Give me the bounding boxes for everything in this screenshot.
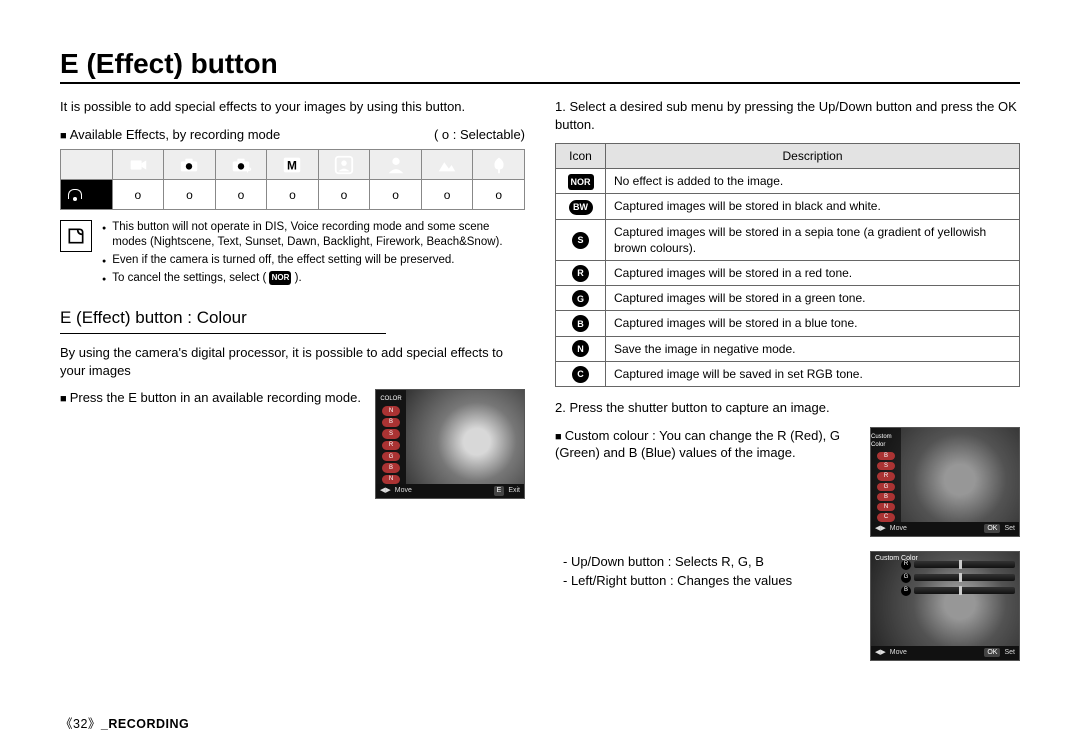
mode-effect-icon — [61, 180, 113, 210]
effect-green-desc: Captured images will be stored in a gree… — [606, 286, 1020, 311]
effect-bw-desc: Captured images will be stored in black … — [606, 194, 1020, 219]
page-title: E (Effect) button — [60, 48, 1020, 84]
lcd-preview-custom1: Custom Color BSRGBNC ◀▶ Move OK Set — [870, 427, 1020, 537]
mode-landscape-icon — [421, 150, 473, 180]
lcd2a-move: Move — [890, 524, 907, 533]
selectable-legend: ( o : Selectable) — [434, 126, 525, 144]
mode-face-icon — [318, 150, 370, 180]
modes-cell: o — [370, 180, 422, 210]
modes-table: P M o o o o o o o o — [60, 149, 525, 210]
lcd2a-ok-key: OK — [984, 524, 1000, 533]
effect-red-desc: Captured images will be stored in a red … — [606, 261, 1020, 286]
mode-portrait-icon — [370, 150, 422, 180]
slider-b-icon: B — [901, 586, 911, 596]
step2-text: 2. Press the shutter button to capture a… — [555, 399, 1020, 417]
lcd1-move: Move — [395, 486, 412, 495]
right-column: 1. Select a desired sub menu by pressing… — [555, 98, 1020, 661]
lcd1-sidebar-title: COLOR — [380, 394, 401, 404]
effects-description-table: Icon Description NOR No effect is added t… — [555, 143, 1020, 387]
lcd1-exit-key: E — [494, 486, 505, 495]
mode-program-icon: P — [215, 150, 267, 180]
svg-text:P: P — [246, 165, 251, 174]
colour-heading: E (Effect) button : Colour — [60, 307, 386, 334]
modes-corner-cell — [61, 150, 113, 180]
mode-movie-icon — [112, 150, 164, 180]
th-desc: Description — [606, 144, 1020, 169]
lcd2a-set: Set — [1004, 524, 1015, 533]
modes-cell: o — [112, 180, 164, 210]
lcd2b-ok-key: OK — [984, 648, 1000, 657]
note-item-2: Even if the camera is turned off, the ef… — [112, 253, 454, 268]
modes-cell: o — [473, 180, 525, 210]
effect-custom-icon: C — [572, 366, 589, 383]
step1-text: 1. Select a desired sub menu by pressing… — [555, 98, 1020, 133]
note-item-3a: To cancel the settings, select ( — [112, 272, 269, 284]
lcd2b-set: Set — [1004, 648, 1015, 657]
mode-auto-icon — [164, 150, 216, 180]
updown-text: - Up/Down button : Selects R, G, B — [563, 553, 858, 571]
lcd2b-arrows-icon: ◀▶ — [875, 648, 886, 657]
mode-manual-icon: M — [267, 150, 319, 180]
th-icon: Icon — [556, 144, 606, 169]
available-effects-label: Available Effects, by recording mode — [60, 126, 280, 144]
lcd-preview-colour: COLOR NBSRGBN ◀▶ Move E Exit — [375, 389, 525, 499]
modes-cell: o — [421, 180, 473, 210]
lcd1-exit: Exit — [508, 486, 520, 495]
custom-colour-label: Custom colour : You can change the R (Re… — [555, 427, 858, 462]
left-column: It is possible to add special effects to… — [60, 98, 525, 661]
note-box: This button will not operate in DIS, Voi… — [60, 220, 525, 289]
note-icon — [60, 220, 92, 252]
effect-nor-desc: No effect is added to the image. — [606, 169, 1020, 194]
effect-red-icon: R — [572, 265, 589, 282]
effect-nor-icon: NOR — [568, 174, 594, 190]
lcd1-arrows-icon: ◀▶ — [380, 486, 391, 495]
mode-macro-icon — [473, 150, 525, 180]
effect-green-icon: G — [572, 290, 589, 307]
effect-bw-icon: BW — [569, 200, 593, 215]
intro-text: It is possible to add special effects to… — [60, 98, 525, 116]
section-name: _RECORDING — [101, 717, 189, 731]
page-number: 《32》 — [60, 717, 101, 731]
lcd2a-title: Custom Color — [871, 432, 901, 450]
effect-blue-icon: B — [572, 315, 589, 332]
effect-negative-icon: N — [572, 340, 589, 357]
note-item-3b: ). — [291, 272, 301, 284]
colour-intro: By using the camera's digital processor,… — [60, 344, 525, 379]
leftright-text: - Left/Right button : Changes the values — [563, 572, 858, 590]
effect-sepia-desc: Captured images will be stored in a sepi… — [606, 219, 1020, 260]
lcd2a-arrows-icon: ◀▶ — [875, 524, 886, 533]
modes-cell: o — [267, 180, 319, 210]
page-footer: 《32》_RECORDING — [60, 713, 189, 732]
note-item-1: This button will not operate in DIS, Voi… — [112, 220, 525, 250]
lcd2b-move: Move — [890, 648, 907, 657]
modes-cell: o — [318, 180, 370, 210]
slider-g-icon: G — [901, 573, 911, 583]
effect-negative-desc: Save the image in negative mode. — [606, 336, 1020, 361]
effect-sepia-icon: S — [572, 232, 589, 249]
effect-blue-desc: Captured images will be stored in a blue… — [606, 311, 1020, 336]
nor-chip-icon: NOR — [269, 271, 291, 285]
press-e-text: Press the E button in an available recor… — [60, 389, 363, 499]
modes-cell: o — [164, 180, 216, 210]
effect-custom-desc: Captured image will be saved in set RGB … — [606, 361, 1020, 386]
svg-text:M: M — [288, 158, 298, 172]
modes-cell: o — [215, 180, 267, 210]
slider-r-icon: R — [901, 560, 911, 570]
lcd-preview-custom2: Custom Color R G B ◀▶ Move OK Set — [870, 551, 1020, 661]
